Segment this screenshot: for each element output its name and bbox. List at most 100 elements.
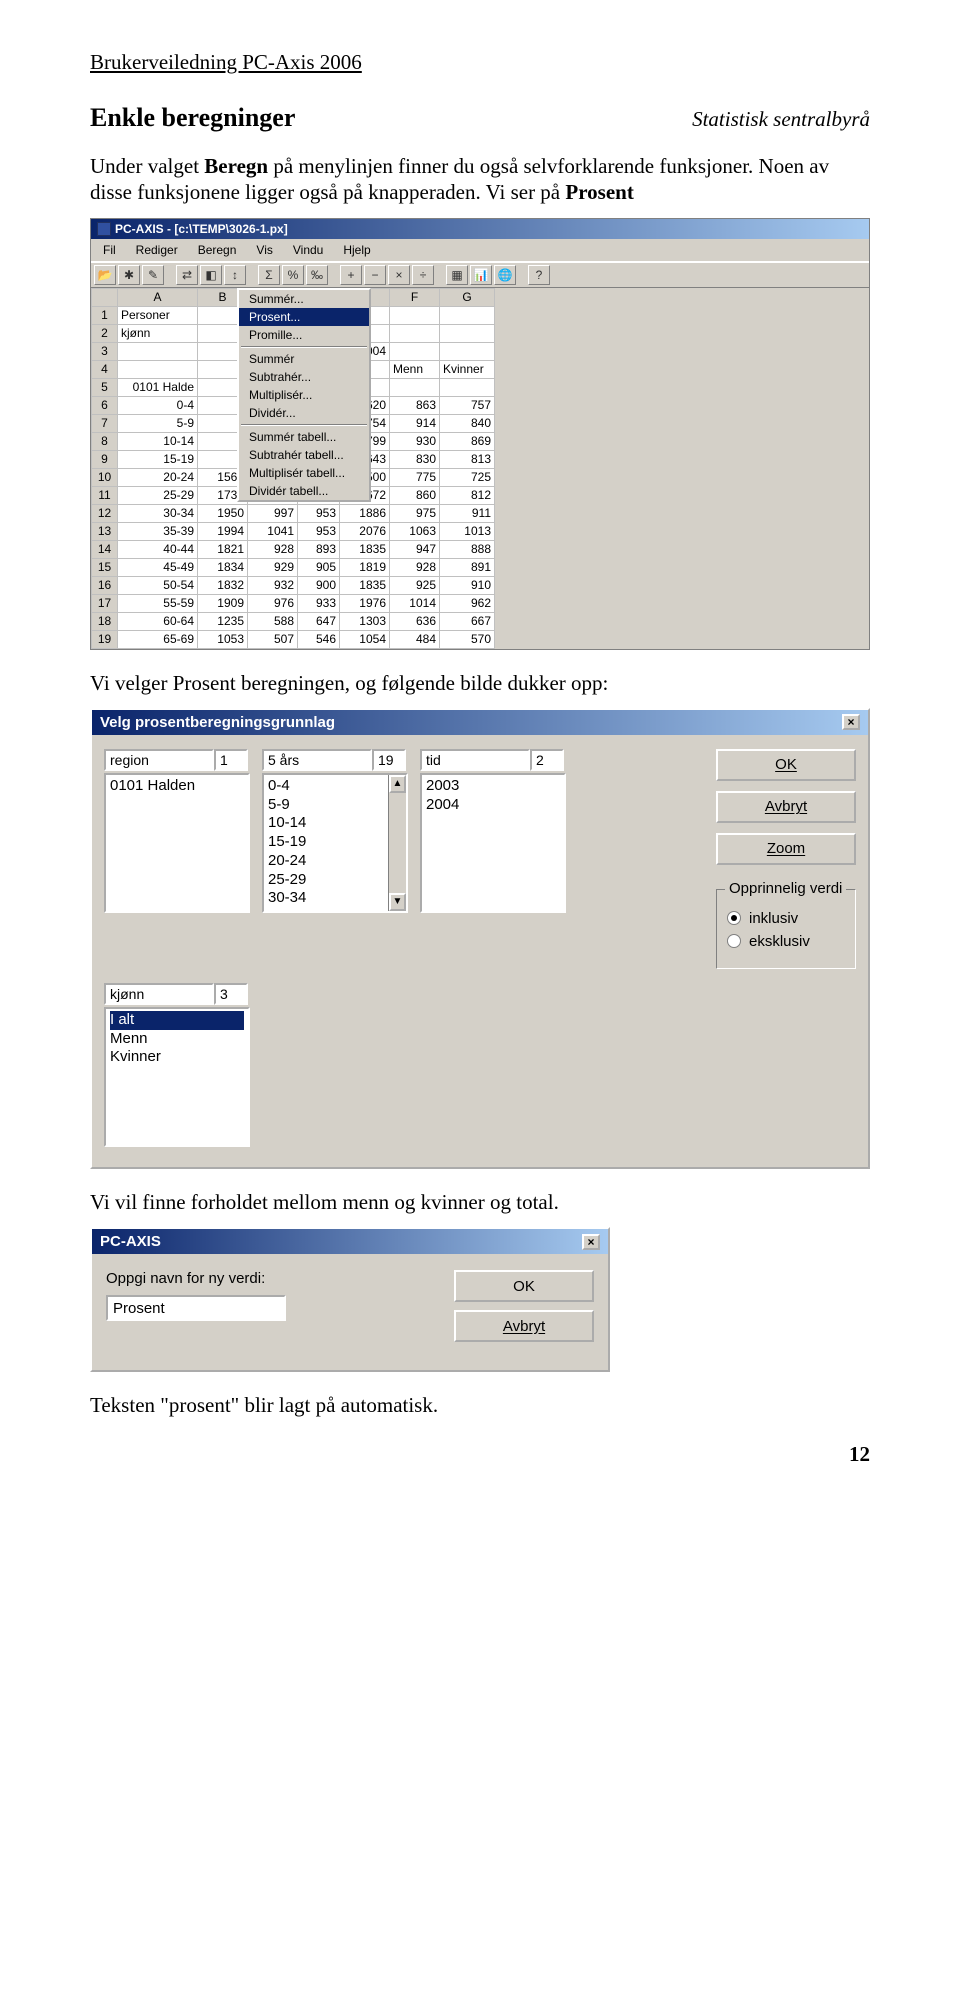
cell[interactable] <box>440 306 495 324</box>
cell[interactable]: 15-19 <box>118 450 198 468</box>
cell[interactable]: 546 <box>298 630 340 648</box>
cell[interactable] <box>440 324 495 342</box>
row-header[interactable]: 7 <box>92 414 118 432</box>
cell[interactable]: 997 <box>248 504 298 522</box>
cell[interactable]: 20-24 <box>118 468 198 486</box>
cell[interactable]: 893 <box>298 540 340 558</box>
zoom-button[interactable]: Zoom <box>716 833 856 865</box>
cell[interactable]: 1994 <box>198 522 248 540</box>
cell[interactable]: 976 <box>248 594 298 612</box>
var-count-field[interactable] <box>214 749 248 771</box>
radio-inklusiv[interactable]: inklusiv <box>727 910 845 927</box>
cell[interactable]: 860 <box>390 486 440 504</box>
var-name-field[interactable] <box>104 983 214 1005</box>
beregn-dropdown[interactable]: Summér... Prosent... Promille... Summér … <box>237 288 371 502</box>
menu-item[interactable]: Summér tabell... <box>239 428 369 446</box>
pivot-icon[interactable]: ◧ <box>200 265 222 285</box>
cell[interactable]: 775 <box>390 468 440 486</box>
cell[interactable]: 636 <box>390 612 440 630</box>
var-count-field[interactable] <box>372 749 406 771</box>
cell[interactable]: 507 <box>248 630 298 648</box>
pencil-icon[interactable]: ✎ <box>142 265 164 285</box>
row-header[interactable]: 16 <box>92 576 118 594</box>
cell[interactable]: 911 <box>440 504 495 522</box>
menu-item-prosent[interactable]: Prosent... <box>239 308 369 326</box>
cell[interactable]: Kvinner <box>440 360 495 378</box>
cell[interactable]: 725 <box>440 468 495 486</box>
permille-icon[interactable]: ‰ <box>306 265 328 285</box>
cell[interactable]: 962 <box>440 594 495 612</box>
cell[interactable] <box>118 342 198 360</box>
cell[interactable]: Personer <box>118 306 198 324</box>
cell[interactable]: 1819 <box>340 558 390 576</box>
cell[interactable] <box>390 324 440 342</box>
radio-eksklusiv[interactable]: eksklusiv <box>727 933 845 950</box>
radio-icon[interactable] <box>727 911 741 925</box>
cell[interactable]: 588 <box>248 612 298 630</box>
menu-item[interactable]: Multiplisér tabell... <box>239 464 369 482</box>
table-icon[interactable]: ▦ <box>446 265 468 285</box>
menu-item[interactable]: Summér <box>239 350 369 368</box>
row-header[interactable]: 13 <box>92 522 118 540</box>
col-header[interactable]: F <box>390 288 440 306</box>
cell[interactable]: 2076 <box>340 522 390 540</box>
table-row[interactable]: 1860-6412355886471303636667 <box>92 612 495 630</box>
cell[interactable] <box>440 378 495 396</box>
row-header[interactable]: 5 <box>92 378 118 396</box>
menu-fil[interactable]: Fil <box>95 241 124 259</box>
cell[interactable] <box>390 306 440 324</box>
cell[interactable]: 869 <box>440 432 495 450</box>
table-row[interactable]: 1755-59190997693319761014962 <box>92 594 495 612</box>
var-name-field[interactable] <box>420 749 530 771</box>
cell[interactable]: 830 <box>390 450 440 468</box>
row-header[interactable]: 15 <box>92 558 118 576</box>
cancel-button[interactable]: Avbryt <box>716 791 856 823</box>
percent-icon[interactable]: % <box>282 265 304 285</box>
var-name-field[interactable] <box>262 749 372 771</box>
cell[interactable]: 914 <box>390 414 440 432</box>
cell[interactable]: 1821 <box>198 540 248 558</box>
divide-icon[interactable]: ÷ <box>412 265 434 285</box>
cell[interactable] <box>390 378 440 396</box>
cell[interactable]: 928 <box>390 558 440 576</box>
cell[interactable]: 812 <box>440 486 495 504</box>
cell[interactable]: 1976 <box>340 594 390 612</box>
cell[interactable]: 1235 <box>198 612 248 630</box>
menu-hjelp[interactable]: Hjelp <box>335 241 378 259</box>
cell[interactable]: 1303 <box>340 612 390 630</box>
star-icon[interactable]: ✱ <box>118 265 140 285</box>
cell[interactable]: 55-59 <box>118 594 198 612</box>
globe-icon[interactable]: 🌐 <box>494 265 516 285</box>
cell[interactable]: 35-39 <box>118 522 198 540</box>
cell[interactable]: 932 <box>248 576 298 594</box>
menu-item[interactable]: Subtrahér... <box>239 368 369 386</box>
plus-icon[interactable]: + <box>340 265 362 285</box>
cell[interactable] <box>390 342 440 360</box>
row-header[interactable]: 9 <box>92 450 118 468</box>
chart-icon[interactable]: 📊 <box>470 265 492 285</box>
table-row[interactable]: 1545-4918349299051819928891 <box>92 558 495 576</box>
cell[interactable]: 0-4 <box>118 396 198 414</box>
cell[interactable]: 60-64 <box>118 612 198 630</box>
scroll-down-icon[interactable]: ▼ <box>389 893 406 911</box>
row-header[interactable]: 11 <box>92 486 118 504</box>
cell[interactable]: 570 <box>440 630 495 648</box>
table-row[interactable]: 1650-5418329329001835925910 <box>92 576 495 594</box>
cell[interactable]: 30-34 <box>118 504 198 522</box>
col-header[interactable]: A <box>118 288 198 306</box>
cell[interactable]: 40-44 <box>118 540 198 558</box>
menu-item[interactable]: Subtrahér tabell... <box>239 446 369 464</box>
cell[interactable]: 929 <box>248 558 298 576</box>
table-row[interactable]: 1440-4418219288931835947888 <box>92 540 495 558</box>
cell[interactable]: 50-54 <box>118 576 198 594</box>
cell[interactable]: Menn <box>390 360 440 378</box>
cell[interactable]: 1835 <box>340 576 390 594</box>
menu-item[interactable]: Dividér tabell... <box>239 482 369 500</box>
ok-button[interactable]: OK <box>716 749 856 781</box>
menu-rediger[interactable]: Rediger <box>128 241 186 259</box>
close-icon[interactable]: × <box>842 714 860 730</box>
menu-item[interactable]: Dividér... <box>239 404 369 422</box>
cell[interactable]: 1834 <box>198 558 248 576</box>
cell[interactable]: 910 <box>440 576 495 594</box>
cell[interactable]: 888 <box>440 540 495 558</box>
